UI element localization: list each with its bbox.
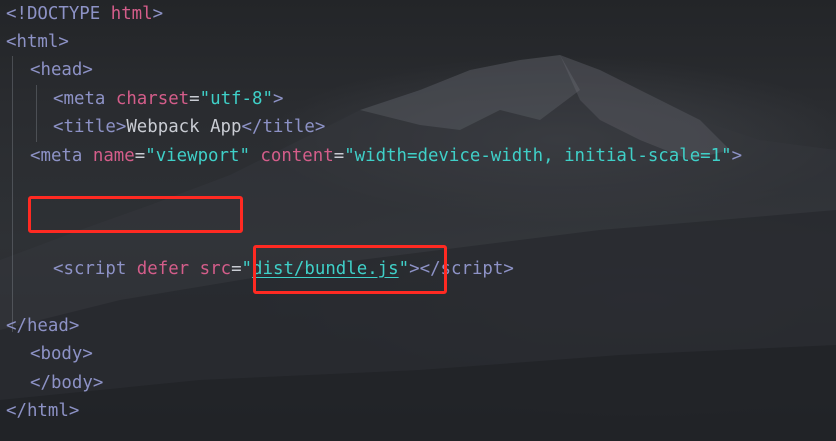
title-text: Webpack App	[126, 117, 242, 137]
punctuation: =	[134, 146, 146, 166]
punctuation: <	[30, 60, 41, 80]
code-line: <head>	[30, 56, 93, 84]
empty-line-highlight-box	[28, 196, 243, 233]
punctuation: <	[53, 89, 64, 109]
code-line: </html>	[6, 397, 79, 425]
punctuation: =	[333, 146, 345, 166]
bundle-path-highlight-box	[253, 245, 447, 294]
tag-name: html	[26, 401, 69, 421]
indent-guide	[12, 56, 13, 332]
code-line: <meta name="viewport" content="width=dev…	[30, 142, 742, 170]
code-line: <body>	[30, 340, 93, 368]
tag-name: html	[16, 32, 59, 52]
punctuation: >	[68, 401, 80, 421]
punctuation: >	[82, 344, 93, 364]
doctype-keyword: !DOCTYPE	[16, 4, 101, 24]
punctuation: =	[231, 259, 242, 279]
code-line: <title>Webpack App</title>	[53, 113, 325, 141]
tag-name: title	[63, 117, 116, 137]
tag-name: head	[40, 60, 83, 80]
code-line: <meta charset="utf-8">	[53, 85, 283, 113]
punctuation: >	[115, 117, 127, 137]
punctuation: <	[30, 146, 41, 166]
punctuation: </	[241, 117, 263, 137]
punctuation: </	[6, 401, 27, 421]
punctuation: <	[6, 32, 17, 52]
attribute-name: charset	[115, 89, 190, 109]
attribute-name: name	[92, 146, 135, 166]
punctuation: <	[6, 4, 17, 24]
code-line: <!DOCTYPE html>	[6, 0, 163, 28]
tag-name: script	[440, 259, 504, 279]
punctuation: >	[314, 117, 326, 137]
code-line: </head>	[6, 312, 79, 340]
doctype-value: html	[110, 4, 153, 24]
tag-name: body	[50, 373, 93, 393]
attribute-value: "utf-8"	[199, 89, 273, 109]
punctuation: >	[58, 32, 69, 52]
punctuation: <	[53, 117, 64, 137]
punctuation: </	[6, 316, 27, 336]
tag-name: script	[63, 259, 127, 279]
attribute-name: src	[199, 259, 232, 279]
indent-guide	[36, 85, 37, 142]
code-editor[interactable]: <!DOCTYPE html> <html> <head> <meta char…	[0, 0, 836, 441]
punctuation: <	[53, 259, 64, 279]
punctuation: </	[30, 373, 51, 393]
punctuation: >	[152, 4, 164, 24]
punctuation: >	[731, 146, 743, 166]
punctuation: >	[68, 316, 80, 336]
attribute-name: defer	[136, 259, 190, 279]
attribute-name: content	[260, 146, 334, 166]
tag-name: head	[26, 316, 69, 336]
punctuation: =	[189, 89, 200, 109]
attribute-value: "width=device-width, initial-scale=1"	[344, 146, 732, 166]
punctuation: >	[272, 89, 284, 109]
tag-name: meta	[63, 89, 106, 109]
attribute-value: "viewport"	[145, 146, 250, 166]
quote-mark: "	[241, 259, 253, 279]
punctuation: >	[503, 259, 514, 279]
tag-name: meta	[40, 146, 83, 166]
code-line: </body>	[30, 369, 103, 397]
code-line: <html>	[6, 28, 69, 56]
punctuation: <	[30, 344, 41, 364]
tag-name: body	[40, 344, 83, 364]
punctuation: >	[92, 373, 104, 393]
punctuation: >	[82, 60, 93, 80]
code-area[interactable]: <!DOCTYPE html> <html> <head> <meta char…	[0, 0, 836, 441]
tag-name: title	[262, 117, 315, 137]
